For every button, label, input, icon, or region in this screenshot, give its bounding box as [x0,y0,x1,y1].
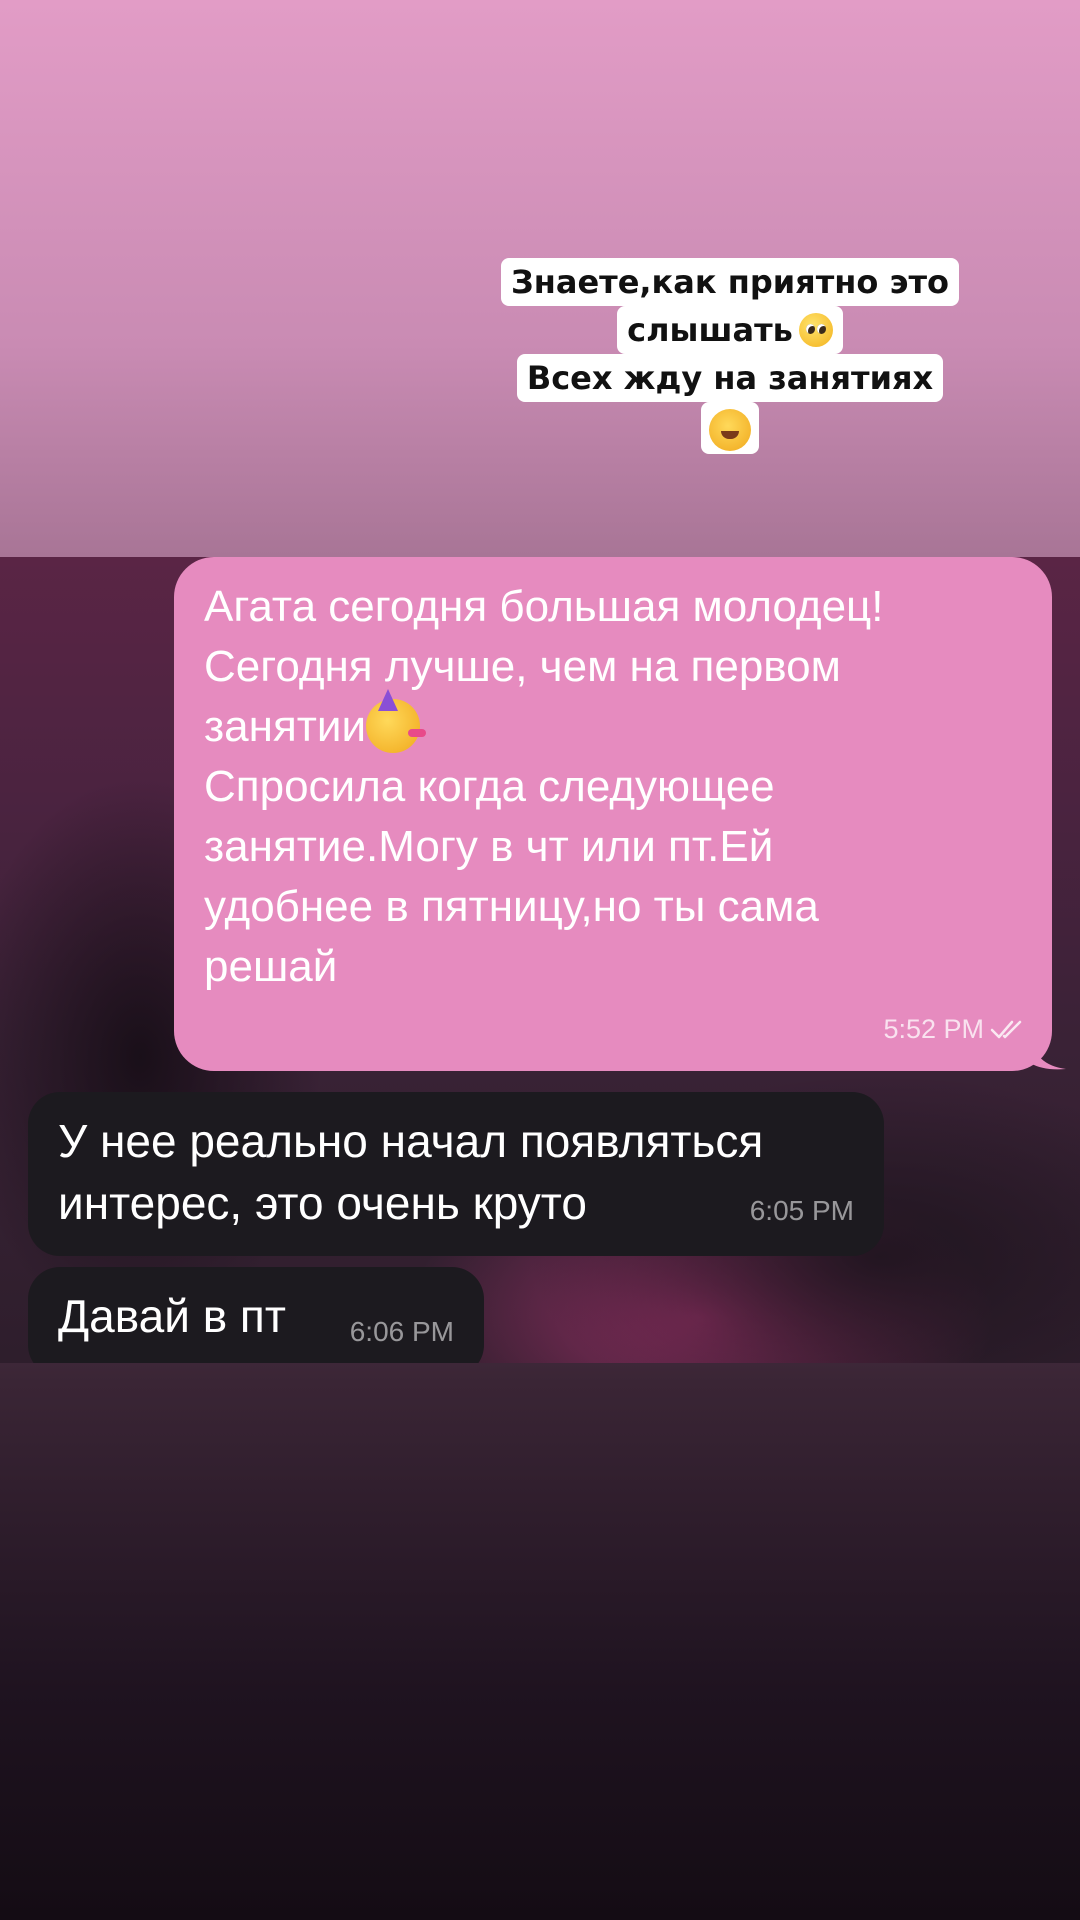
outgoing-message-bubble[interactable]: Агата сегодня большая молодец! Сегодня л… [174,557,1052,1071]
outgoing-message-text-part-2: Спросила когда следующее занятие.Могу в … [204,762,819,991]
partying-face-icon [366,689,427,753]
incoming-message-time: 6:06 PM [349,1316,454,1347]
incoming-message-time: 6:05 PM [749,1195,854,1226]
outgoing-message-time: 5:52 PM [883,1014,984,1044]
caption-sticker: Знаете,как приятно это слышать Всех жду … [420,258,1040,454]
story-background: Знаете,как приятно это слышать Всех жду … [0,0,1080,1920]
outgoing-message-text: Агата сегодня большая молодец! Сегодня л… [204,577,1022,997]
caption-line-4 [701,402,759,454]
caption-line-1: Знаете,как приятно это [501,258,959,306]
caption-line-3: Всех жду на занятиях [516,354,944,402]
bubble-tail [1030,1035,1066,1070]
outgoing-message-meta: 5:52 PM [883,999,1030,1059]
incoming-message-bubble[interactable]: У нее реально начал появляться интерес, … [28,1092,884,1256]
caption-line-2: слышать [617,306,843,354]
pleading-face-icon [798,313,833,347]
double-check-icon [990,1020,1022,1039]
hugging-face-icon [709,409,751,451]
outgoing-message-text-part-1: Агата сегодня большая молодец! Сегодня л… [204,582,884,751]
caption-line-2-text: слышать [627,311,793,349]
incoming-message-bubble[interactable]: Давай в пт 6:06 PM [28,1267,484,1363]
chat-screenshot: Агата сегодня большая молодец! Сегодня л… [0,557,1080,1363]
incoming-message-text: У нее реально начал появляться интерес, … [58,1115,764,1229]
